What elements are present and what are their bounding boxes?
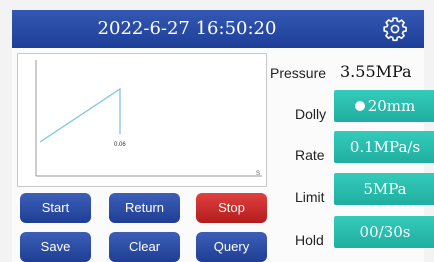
limit-value: 5MPa — [363, 180, 407, 198]
save-button[interactable]: Save — [20, 232, 91, 262]
datetime-display: 2022-6-27 16:50:20 — [97, 18, 277, 39]
device-screen: 2022-6-27 16:50:20 0.06 S Start Return S… — [12, 10, 434, 262]
rate-value-field[interactable]: 0.1MPa/s — [334, 131, 434, 163]
hold-value-field[interactable]: 00/30s — [334, 216, 434, 248]
rate-label: Rate — [295, 147, 325, 163]
peak-value-label: 0.06 — [114, 142, 126, 148]
gear-icon[interactable] — [382, 16, 408, 42]
hold-value: 00/30s — [359, 223, 411, 241]
pressure-curve — [39, 87, 121, 143]
limit-value-field[interactable]: 5MPa — [334, 173, 434, 205]
query-button[interactable]: Query — [196, 232, 267, 262]
dolly-value-field[interactable]: 20mm — [334, 90, 434, 122]
x-axis-unit-label: S — [256, 171, 260, 177]
clear-button[interactable]: Clear — [109, 232, 180, 262]
pressure-graph: 0.06 S — [17, 53, 267, 187]
dolly-label: Dolly — [295, 106, 327, 122]
return-button[interactable]: Return — [109, 193, 180, 223]
hold-label: Hold — [295, 232, 324, 248]
pressure-label: Pressure — [270, 65, 327, 81]
pressure-value: 3.55MPa — [340, 62, 412, 81]
limit-label: Limit — [295, 189, 325, 205]
header-bar: 2022-6-27 16:50:20 — [12, 10, 424, 48]
dolly-value: 20mm — [367, 97, 416, 115]
start-button[interactable]: Start — [20, 193, 91, 223]
stop-button[interactable]: Stop — [196, 193, 267, 223]
rate-value: 0.1MPa/s — [349, 138, 421, 156]
selected-dot-icon — [354, 101, 365, 111]
